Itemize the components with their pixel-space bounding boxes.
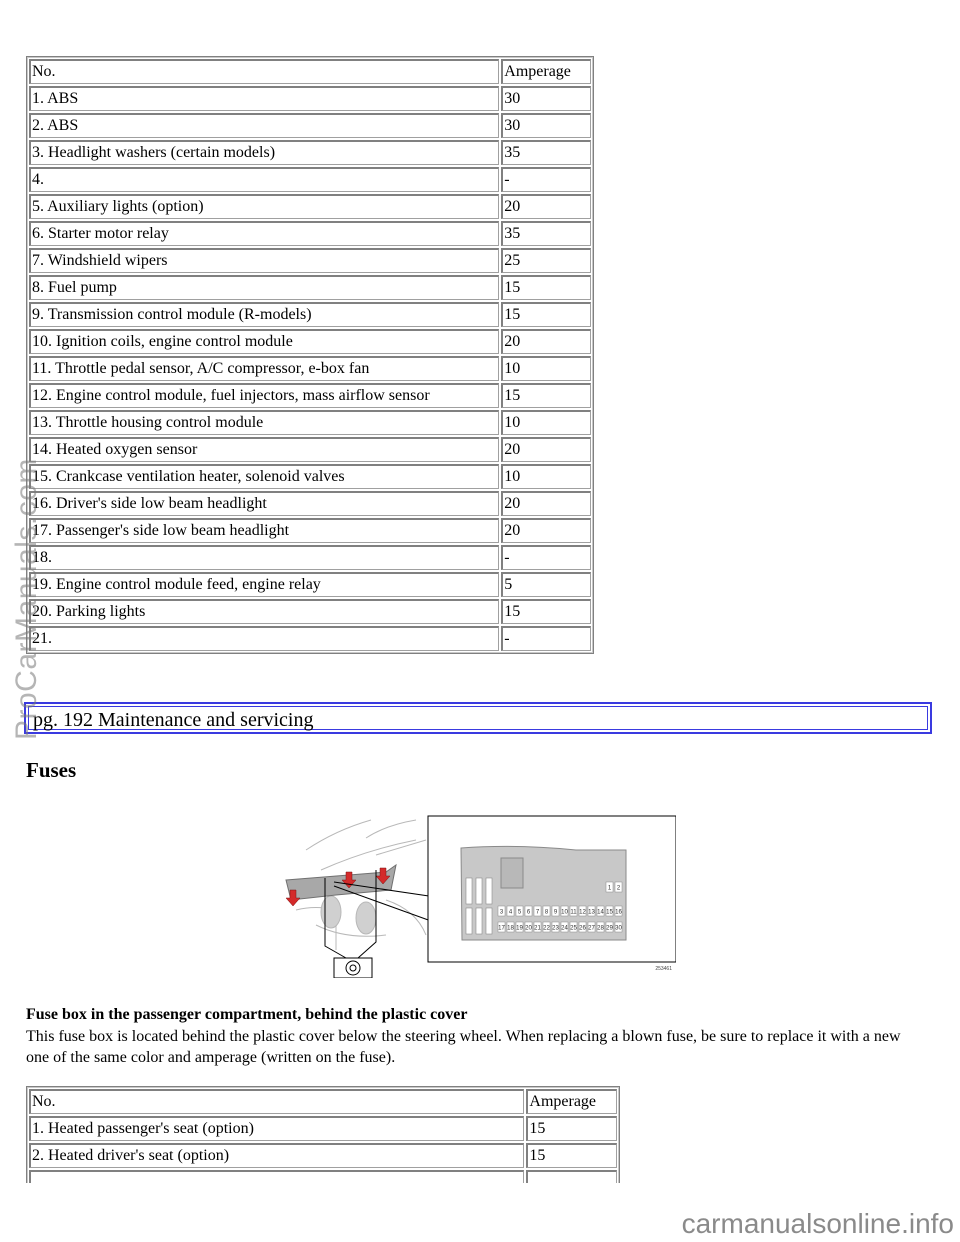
column-header-no: No. <box>29 1089 525 1114</box>
watermark-procarmanuals: ProCarManuals.com <box>10 458 43 740</box>
fuse-description: 2. Heated driver's seat (option) <box>29 1143 525 1168</box>
fuse-amperage: 15 <box>526 1143 617 1168</box>
table-row: 1. Heated passenger's seat (option) 15 <box>29 1116 617 1141</box>
fuse-description: 1. Heated passenger's seat (option) <box>29 1116 525 1141</box>
fuse-amperage: 15 <box>526 1116 617 1141</box>
column-header-amperage: Amperage <box>526 1089 617 1114</box>
table2-clip: No. Amperage 1. Heated passenger's seat … <box>0 0 960 1183</box>
table-header-row: No. Amperage <box>29 1089 617 1114</box>
fuse-amperage <box>526 1170 617 1183</box>
table-row: 2. Heated driver's seat (option) 15 <box>29 1143 617 1168</box>
fuse-description <box>29 1170 525 1183</box>
watermark-carmanualsonline: carmanualsonline.info <box>681 1208 954 1239</box>
fuse-table-passenger-compartment: No. Amperage 1. Heated passenger's seat … <box>26 1086 620 1183</box>
table-row <box>29 1170 617 1183</box>
